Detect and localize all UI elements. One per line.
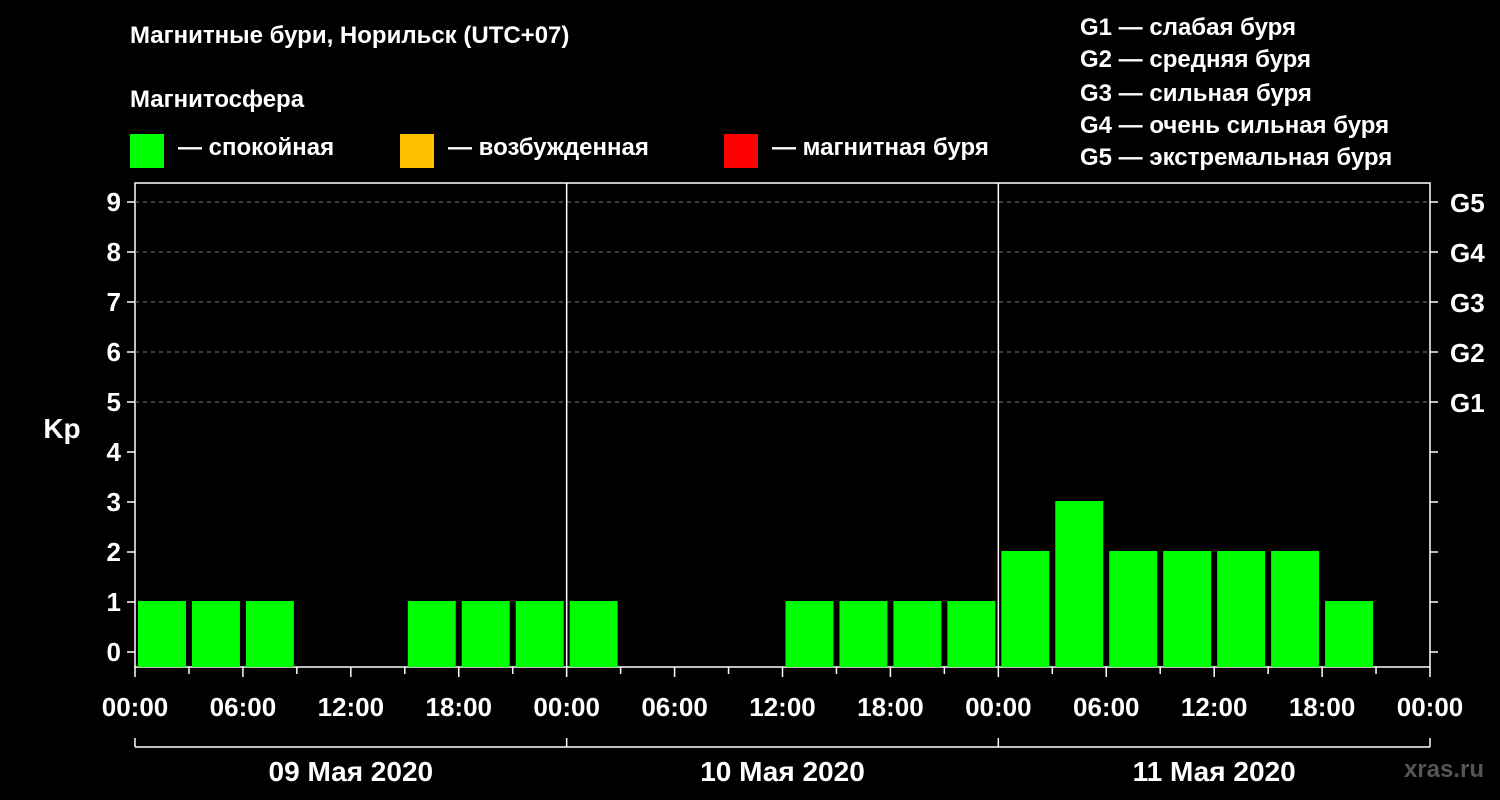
bar-17 [1055,501,1104,667]
bar-13 [839,601,888,667]
y-tick-label-4: 4 [107,437,122,467]
bar-15 [947,601,996,667]
x-tick-label-10: 12:00 [1181,692,1248,722]
bar-20 [1217,551,1266,667]
bar-8 [569,601,618,667]
y-tick-label-8: 8 [107,237,121,267]
x-tick-label-3: 18:00 [426,692,493,722]
g-label-4: G5 [1450,188,1485,218]
g-label-3: G4 [1450,238,1485,268]
bar-19 [1163,551,1212,667]
x-tick-label-12: 00:00 [1397,692,1464,722]
day-label-2: 11 Мая 2020 [1133,756,1296,787]
y-tick-label-5: 5 [107,387,121,417]
y-tick-label-0: 0 [107,637,121,667]
bar-0 [138,601,186,667]
y-axis-label: Kp [43,413,80,444]
bar-5 [407,601,456,667]
bar-22 [1325,601,1374,667]
x-tick-label-7: 18:00 [857,692,924,722]
g-label-2: G3 [1450,288,1485,318]
x-tick-label-8: 00:00 [965,692,1032,722]
day-label-1: 10 Мая 2020 [700,756,865,787]
y-tick-label-3: 3 [107,487,121,517]
bar-6 [461,601,510,667]
y-tick-label-2: 2 [107,537,121,567]
x-tick-label-9: 06:00 [1073,692,1140,722]
y-tick-label-9: 9 [107,187,121,217]
bar-2 [245,601,294,667]
bar-12 [785,601,834,667]
x-tick-label-11: 18:00 [1289,692,1356,722]
x-tick-label-5: 06:00 [641,692,708,722]
g-label-0: G1 [1450,388,1485,418]
bar-7 [515,601,564,667]
kp-chart: 0 1 2 3 4 5 6 7 8 9 G1 G2 G3 G4 G5 Kp 00:00 06:00 12:00 18:… [43,182,1485,787]
x-tick-label-2: 12:00 [318,692,385,722]
x-tick-label-1: 06:00 [210,692,277,722]
y-tick-label-6: 6 [107,337,121,367]
y-tick-label-1: 1 [107,587,121,617]
g-label-1: G2 [1450,338,1485,368]
watermark: xras.ru [1403,756,1484,783]
x-tick-label-4: 00:00 [533,692,600,722]
y-tick-label-7: 7 [107,287,121,317]
x-tick-label-0: 00:00 [102,692,169,722]
x-tick-label-6: 12:00 [749,692,816,722]
bar-21 [1271,551,1320,667]
day-label-0: 09 Мая 2020 [269,756,434,787]
bar-18 [1109,551,1158,667]
bar-16 [1001,551,1050,667]
bar-1 [191,601,240,667]
bar-14 [893,601,942,667]
